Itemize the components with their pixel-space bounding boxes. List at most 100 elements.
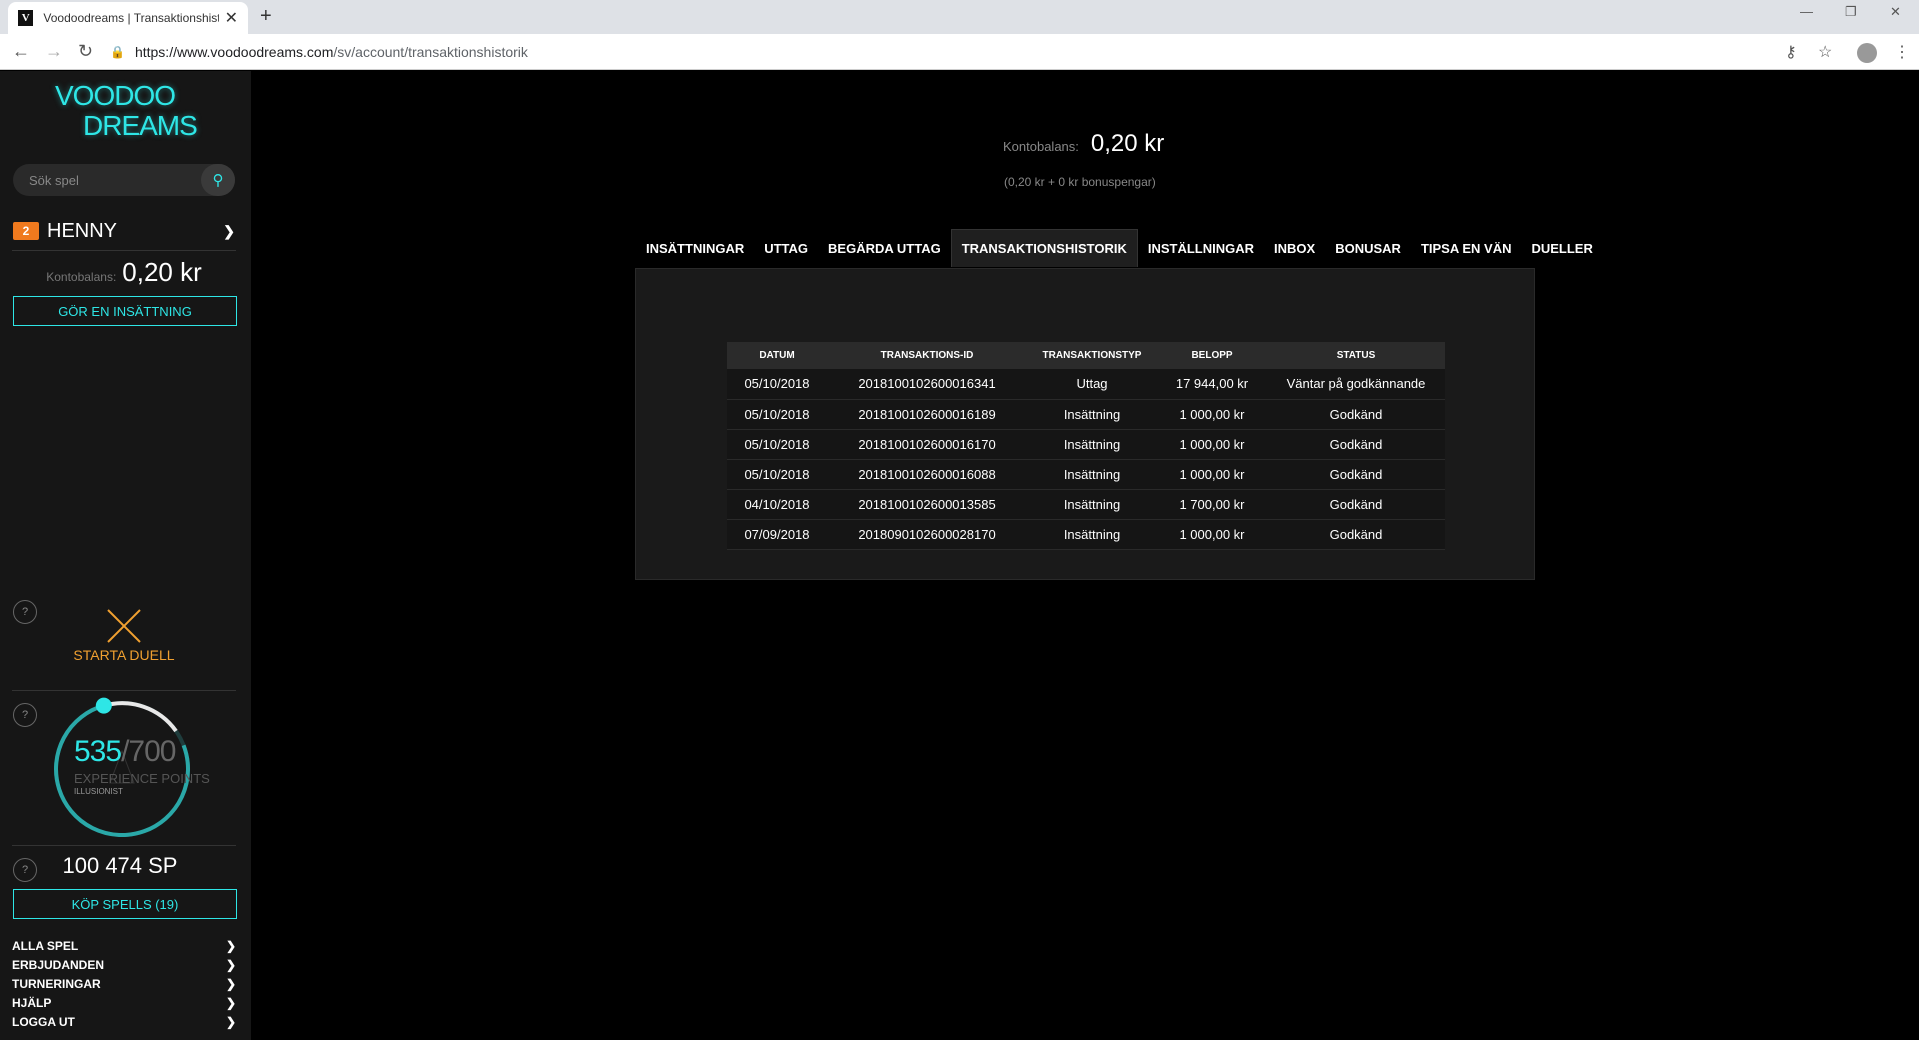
cell-date: 05/10/2018 [727, 429, 827, 460]
menu-item-turneringar[interactable]: TURNERINGAR ❯ [12, 977, 236, 996]
key-icon[interactable]: ⚷ [1785, 42, 1797, 62]
search-input[interactable] [13, 172, 193, 188]
xp-progress-ring [54, 697, 190, 838]
balance-value: 0,20 kr [1090, 130, 1165, 157]
tab-bonusar[interactable]: BONUSAR [1325, 229, 1411, 267]
cell-status: Godkänd [1267, 399, 1445, 430]
xp-max: 700 [128, 735, 176, 768]
tab-dueller[interactable]: DUELLER [1521, 229, 1602, 267]
browser-tabbar: V Voodoodreams | Transaktionshistorik ✕ … [0, 0, 1919, 34]
buy-spells-button[interactable]: KÖP SPELLS (19) [13, 889, 237, 919]
menu-item-logga-ut[interactable]: LOGGA UT ❯ [12, 1015, 236, 1034]
site-logo[interactable]: VOODOO DREAMS [55, 80, 198, 141]
divider [12, 250, 236, 251]
xp-counter: 535/700 [74, 735, 176, 769]
column-header-transaktions-id: TRANSAKTIONS-ID [827, 342, 1027, 369]
duel-help-icon[interactable]: ? [13, 600, 37, 624]
transaction-table: DATUM TRANSAKTIONS-ID TRANSAKTIONSTYP BE… [727, 342, 1445, 550]
duel-swords-icon[interactable] [104, 606, 144, 646]
balance-value: 0,20 kr [122, 257, 202, 287]
new-tab-icon[interactable]: + [260, 5, 272, 28]
user-profile-row[interactable]: 2 HENNY ❯ [13, 219, 235, 243]
account-tabs: INSÄTTNINGAR UTTAG BEGÄRDA UTTAG TRANSAK… [636, 229, 1603, 267]
reload-icon[interactable]: ↻ [78, 41, 93, 62]
tab-insattningar[interactable]: INSÄTTNINGAR [636, 229, 754, 267]
tab-inbox[interactable]: INBOX [1264, 229, 1325, 267]
table-row: 07/09/2018 2018090102600028170 Insättnin… [727, 519, 1445, 550]
cell-transaction-id: 2018100102600016170 [827, 429, 1027, 460]
restore-icon[interactable]: ❐ [1845, 4, 1857, 20]
site-favicon-icon: V [18, 10, 34, 26]
table-header-row: DATUM TRANSAKTIONS-ID TRANSAKTIONSTYP BE… [727, 342, 1445, 369]
cell-transaction-id: 2018100102600016341 [827, 369, 1027, 400]
balance-label: Kontobalans: [1003, 139, 1079, 154]
column-header-status: STATUS [1267, 342, 1445, 369]
forward-icon[interactable]: → [45, 41, 63, 62]
menu-item-alla-spel[interactable]: ALLA SPEL ❯ [12, 939, 236, 958]
menu-item-erbjudanden[interactable]: ERBJUDANDEN ❯ [12, 958, 236, 977]
star-icon[interactable]: ☆ [1818, 42, 1832, 62]
tab-title: Voodoodreams | Transaktionshistorik [43, 11, 218, 25]
cell-transaction-id: 2018100102600016189 [827, 399, 1027, 430]
cell-status: Godkänd [1267, 489, 1445, 520]
divider [12, 845, 236, 846]
menu-item-label: ALLA SPEL [12, 939, 79, 953]
sp-help-icon[interactable]: ? [13, 858, 37, 882]
cell-date: 04/10/2018 [727, 489, 827, 520]
logo-line-2: DREAMS [83, 110, 198, 141]
cell-type: Insättning [1027, 459, 1157, 490]
column-header-datum: DATUM [727, 342, 827, 369]
xp-help-icon[interactable]: ? [13, 703, 37, 727]
chevron-right-icon: ❯ [225, 939, 236, 953]
menu-dots-icon[interactable]: ⋮ [1894, 42, 1910, 62]
xp-progress-knob [95, 697, 112, 714]
minimize-icon[interactable]: — [1800, 4, 1813, 19]
cell-date: 07/09/2018 [727, 519, 827, 550]
tab-close-icon[interactable]: ✕ [225, 8, 238, 28]
tab-begarda-uttag[interactable]: BEGÄRDA UTTAG [818, 229, 951, 267]
cell-amount: 1 700,00 kr [1157, 489, 1267, 520]
cell-transaction-id: 2018100102600016088 [827, 459, 1027, 490]
url-domain: https://www.voodoodreams.com [134, 44, 334, 60]
url-field[interactable]: 🔒 https://www.voodoodreams.com/sv/accoun… [110, 39, 1810, 65]
cell-type: Insättning [1027, 489, 1157, 520]
cell-amount: 17 944,00 kr [1157, 369, 1267, 400]
cell-status: Godkänd [1267, 459, 1445, 490]
cell-transaction-id: 2018090102600028170 [827, 519, 1027, 550]
chevron-right-icon: ❯ [225, 977, 236, 991]
menu-item-label: LOGGA UT [12, 1015, 75, 1029]
cell-transaction-id: 2018100102600013585 [827, 489, 1027, 520]
tab-installningar[interactable]: INSTÄLLNINGAR [1138, 229, 1264, 267]
profile-avatar-icon[interactable] [1857, 43, 1877, 63]
logo-line-1: VOODOO [55, 80, 176, 111]
deposit-button[interactable]: GÖR EN INSÄTTNING [13, 296, 237, 326]
menu-item-label: ERBJUDANDEN [12, 958, 105, 972]
menu-item-label: TURNERINGAR [12, 977, 101, 991]
cell-type: Insättning [1027, 429, 1157, 460]
chevron-right-icon: ❯ [223, 222, 235, 239]
balance-label: Kontobalans: [46, 270, 117, 284]
cell-amount: 1 000,00 kr [1157, 519, 1267, 550]
back-icon[interactable]: ← [12, 41, 30, 62]
table-row: 05/10/2018 2018100102600016088 Insättnin… [727, 459, 1445, 490]
divider [12, 690, 236, 691]
tab-uttag[interactable]: UTTAG [754, 229, 818, 267]
cell-date: 05/10/2018 [727, 459, 827, 490]
start-duel-label[interactable]: STARTA DUELL [13, 647, 235, 663]
tab-tipsa-en-van[interactable]: TIPSA EN VÄN [1411, 229, 1522, 267]
table-row: 05/10/2018 2018100102600016341 Uttag 17 … [727, 369, 1445, 400]
browser-tab[interactable]: V Voodoodreams | Transaktionshistorik ✕ [8, 2, 248, 34]
level-badge: 2 [13, 222, 39, 240]
xp-remaining-arc [102, 701, 178, 733]
search-icon[interactable]: ⚲ [201, 164, 235, 196]
window-close-icon[interactable]: ✕ [1890, 4, 1901, 20]
cell-amount: 1 000,00 kr [1157, 459, 1267, 490]
game-search: ⚲ [13, 164, 235, 196]
chevron-right-icon: ❯ [225, 996, 236, 1010]
table-row: 05/10/2018 2018100102600016170 Insättnin… [727, 429, 1445, 460]
chevron-right-icon: ❯ [225, 1015, 236, 1029]
bonus-breakdown: (0,20 kr + 0 kr bonuspengar) [1004, 175, 1156, 189]
cell-type: Uttag [1027, 369, 1157, 400]
menu-item-hjalp[interactable]: HJÄLP ❯ [12, 996, 236, 1015]
tab-transaktionshistorik[interactable]: TRANSAKTIONSHISTORIK [950, 229, 1138, 267]
